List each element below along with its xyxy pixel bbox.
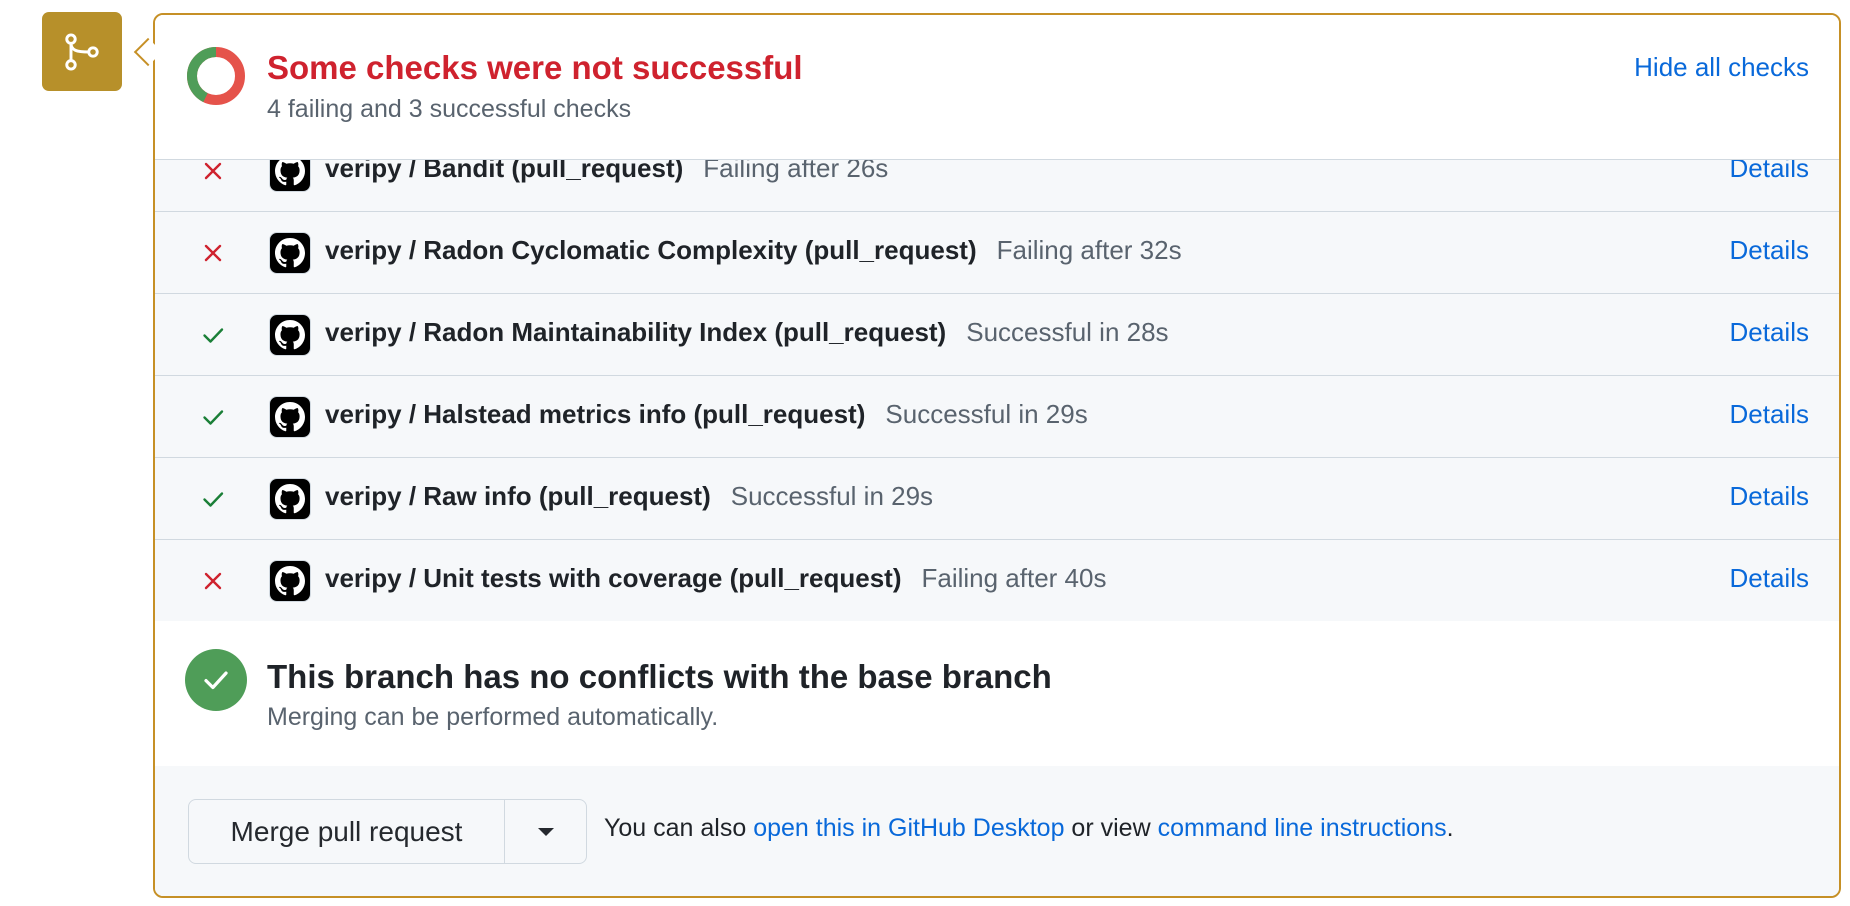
check-name: veripy / Radon Cyclomatic Complexity (pu… xyxy=(325,235,977,265)
check-text: veripy / Raw info (pull_request) Successf… xyxy=(325,481,933,512)
checks-status-title: Some checks were not successful xyxy=(267,49,803,86)
check-details-link[interactable]: Details xyxy=(1730,317,1809,348)
check-name: veripy / Raw info (pull_request) xyxy=(325,481,711,511)
merge-options-dropdown[interactable] xyxy=(505,800,586,863)
check-name: veripy / Halstead metrics info (pull_req… xyxy=(325,399,866,429)
github-actions-icon xyxy=(269,314,311,356)
merge-help-middle: or view xyxy=(1064,814,1158,842)
check-text: veripy / Radon Cyclomatic Complexity (pu… xyxy=(325,235,1182,266)
triangle-down-icon xyxy=(537,827,554,836)
command-line-instructions-link[interactable]: command line instructions xyxy=(1158,814,1447,842)
check-row: veripy / Bandit (pull_request) Failing af… xyxy=(155,159,1839,212)
merge-help-suffix: . xyxy=(1446,814,1454,842)
x-icon xyxy=(201,241,225,265)
git-merge-icon xyxy=(65,32,99,71)
check-icon xyxy=(201,487,225,511)
check-name: veripy / Unit tests with coverage (pull_… xyxy=(325,563,902,593)
checks-status-donut-icon xyxy=(187,47,245,105)
check-row: veripy / Radon Maintainability Index (pu… xyxy=(155,294,1839,376)
check-duration: Failing after 26s xyxy=(703,159,889,183)
check-icon xyxy=(201,323,225,347)
merge-box: Some checks were not successful 4 failin… xyxy=(153,13,1841,898)
check-duration: Successful in 28s xyxy=(966,317,1169,347)
checks-status-subtitle: 4 failing and 3 successful checks xyxy=(267,95,632,123)
check-details-link[interactable]: Details xyxy=(1730,563,1809,594)
check-name: veripy / Radon Maintainability Index (pu… xyxy=(325,317,947,347)
open-github-desktop-link[interactable]: open this in GitHub Desktop xyxy=(753,814,1064,842)
check-circle-icon xyxy=(185,649,247,711)
check-details-link[interactable]: Details xyxy=(1730,160,1809,184)
check-row: veripy / Halstead metrics info (pull_req… xyxy=(155,376,1839,458)
github-actions-icon xyxy=(269,396,311,438)
git-merge-badge xyxy=(42,12,122,91)
check-text: veripy / Radon Maintainability Index (pu… xyxy=(325,317,1169,348)
check-icon xyxy=(201,405,225,429)
check-duration: Successful in 29s xyxy=(885,399,1088,429)
x-icon xyxy=(201,160,225,183)
check-row: veripy / Radon Cyclomatic Complexity (pu… xyxy=(155,212,1839,294)
merge-button-group: Merge pull request xyxy=(188,799,587,864)
checks-summary: Some checks were not successful 4 failin… xyxy=(155,15,1839,159)
github-actions-icon xyxy=(269,160,311,192)
check-row: veripy / Raw info (pull_request) Successf… xyxy=(155,458,1839,540)
check-text: veripy / Bandit (pull_request) Failing af… xyxy=(325,159,889,184)
x-icon xyxy=(201,569,225,593)
merge-help-prefix: You can also xyxy=(604,814,754,842)
check-duration: Failing after 40s xyxy=(921,563,1107,593)
merge-help-text: You can also open this in GitHub Desktop… xyxy=(604,814,1454,843)
checks-list: veripy / Bandit (pull_request) Failing af… xyxy=(155,159,1839,623)
conflicts-summary: This branch has no conflicts with the ba… xyxy=(155,621,1839,767)
merge-pull-request-button[interactable]: Merge pull request xyxy=(189,800,505,863)
github-actions-icon xyxy=(269,560,311,602)
conflicts-title: This branch has no conflicts with the ba… xyxy=(267,658,1052,695)
check-name: veripy / Bandit (pull_request) xyxy=(325,159,684,183)
github-actions-icon xyxy=(269,232,311,274)
check-duration: Successful in 29s xyxy=(730,481,934,511)
check-details-link[interactable]: Details xyxy=(1730,481,1809,512)
check-details-link[interactable]: Details xyxy=(1730,399,1809,430)
hide-all-checks-link[interactable]: Hide all checks xyxy=(1634,52,1809,83)
check-details-link[interactable]: Details xyxy=(1730,235,1809,266)
merge-actions: Merge pull request You can also open thi… xyxy=(155,766,1839,896)
github-actions-icon xyxy=(269,478,311,520)
check-duration: Failing after 32s xyxy=(996,235,1182,265)
check-row: veripy / Unit tests with coverage (pull_… xyxy=(155,540,1839,622)
conflicts-subtitle: Merging can be performed automatically. xyxy=(267,703,719,731)
check-text: veripy / Halstead metrics info (pull_req… xyxy=(325,399,1088,430)
check-text: veripy / Unit tests with coverage (pull_… xyxy=(325,563,1106,594)
